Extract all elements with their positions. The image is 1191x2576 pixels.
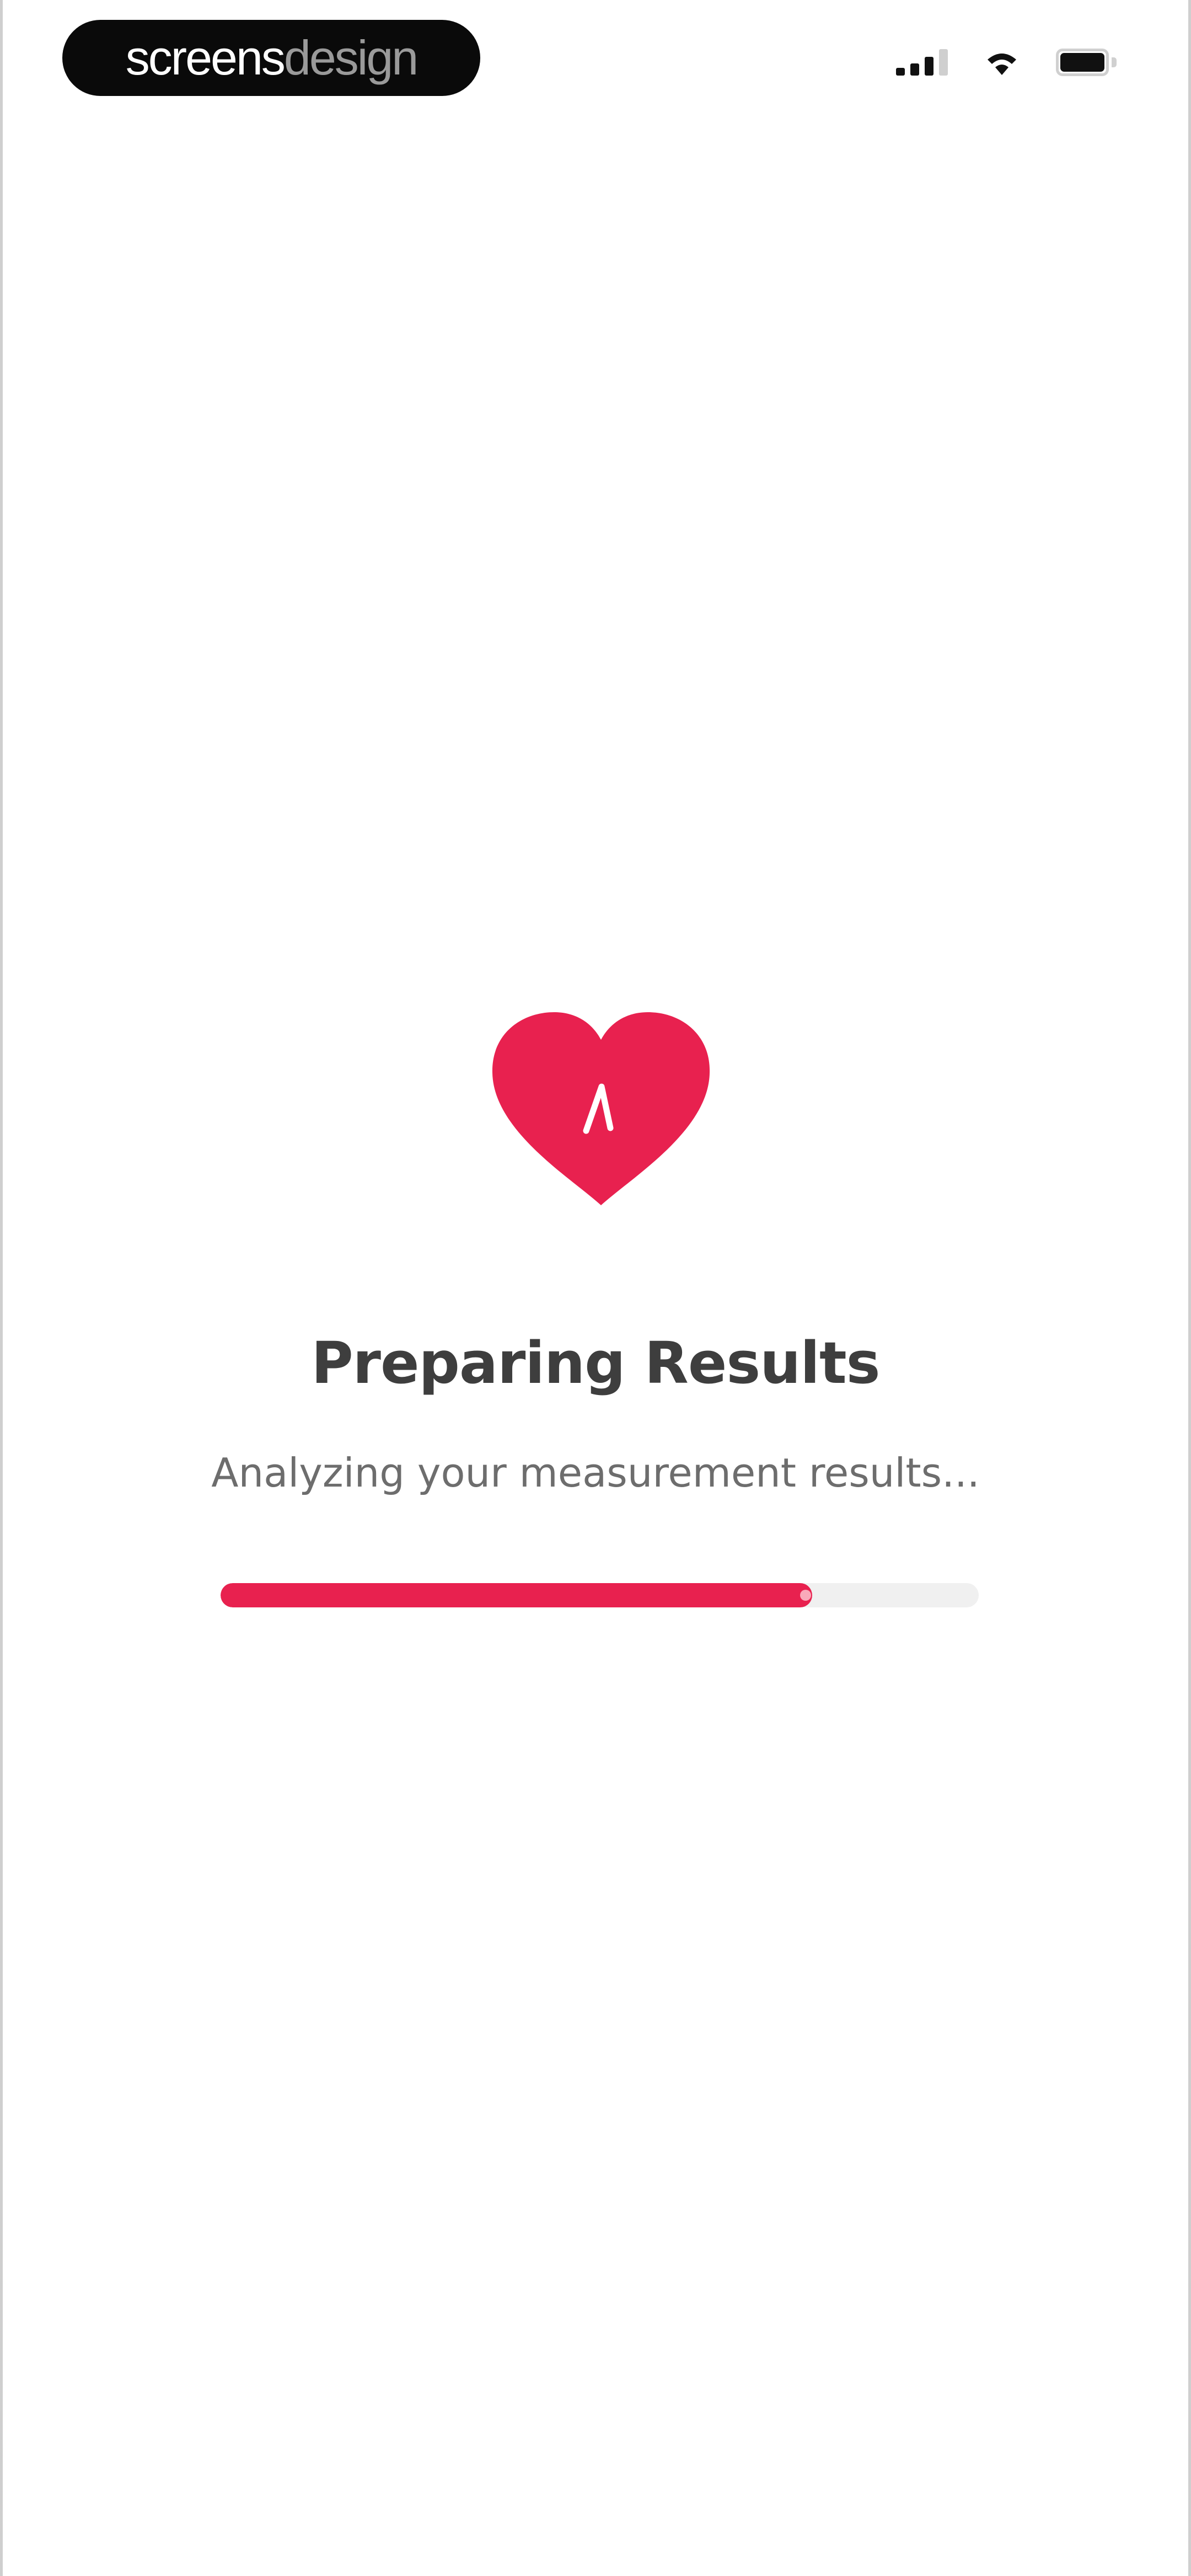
battery-icon (1056, 49, 1117, 76)
wifi-icon (988, 54, 1016, 75)
progress-bar (221, 1583, 979, 1607)
loading-screen: screens design Preparing Results Analyzi… (0, 0, 1191, 2576)
heart-pulse-icon (488, 1009, 714, 1214)
status-bar: screens design (3, 0, 1188, 121)
brand-text-light: design (283, 30, 419, 85)
page-title: Preparing Results (311, 1329, 880, 1397)
progress-bar-end-dot (800, 1590, 811, 1601)
status-message: Analyzing your measurement results... (211, 1450, 980, 1496)
status-icons (896, 49, 1117, 76)
signal-icon (896, 49, 948, 76)
brand-text-bold: screens (125, 30, 286, 85)
brand-logo: screens design (62, 20, 480, 96)
progress-bar-fill (221, 1583, 812, 1607)
